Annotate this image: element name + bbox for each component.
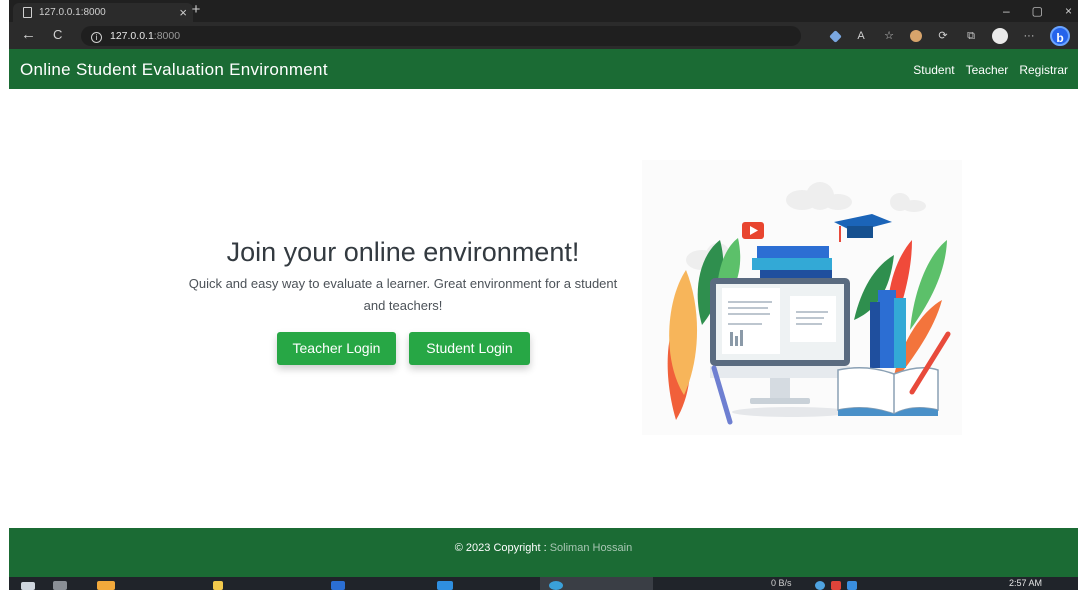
- os-taskbar: 0 B/s 2:57 AM: [9, 577, 1078, 590]
- start-icon[interactable]: [21, 582, 35, 590]
- back-icon[interactable]: ←: [21, 26, 36, 44]
- window-controls: – ▢ ×: [1003, 0, 1072, 22]
- tab-title: 127.0.0.1:8000: [39, 7, 106, 18]
- nav-link-teacher[interactable]: Teacher: [966, 49, 1009, 91]
- browser-window: 127.0.0.1:8000 × + – ▢ × ← C i 127.0.0.1:…: [9, 0, 1078, 590]
- profile-avatar[interactable]: [992, 28, 1008, 44]
- teacher-login-button[interactable]: Teacher Login: [277, 332, 396, 365]
- nav-link-registrar[interactable]: Registrar: [1019, 49, 1068, 91]
- page-icon: [23, 7, 32, 18]
- edge-icon[interactable]: [549, 581, 563, 590]
- browser-tab[interactable]: 127.0.0.1:8000 ×: [13, 3, 193, 22]
- close-window-icon[interactable]: ×: [1065, 0, 1072, 22]
- file-explorer-icon[interactable]: [213, 581, 223, 590]
- bing-copilot-icon[interactable]: b: [1050, 26, 1070, 46]
- tray-icon-3[interactable]: [847, 581, 857, 590]
- extension-icon[interactable]: [910, 30, 922, 42]
- read-aloud-icon[interactable]: A: [854, 29, 868, 43]
- site-navbar: Online Student Evaluation Environment St…: [9, 49, 1078, 89]
- task-view-icon[interactable]: [53, 581, 67, 590]
- url-host: 127.0.0.1: [110, 30, 154, 42]
- restore-icon[interactable]: ▢: [1032, 0, 1043, 22]
- student-login-button[interactable]: Student Login: [409, 332, 530, 365]
- tag-icon[interactable]: [829, 29, 842, 43]
- site-info-icon[interactable]: i: [91, 32, 102, 43]
- hero-illustration: [642, 160, 962, 435]
- network-speed: 0 B/s: [771, 578, 792, 588]
- address-bar[interactable]: i 127.0.0.1:8000: [81, 26, 801, 46]
- nav-link-student[interactable]: Student: [913, 49, 954, 91]
- tray-icon-2[interactable]: [831, 581, 841, 590]
- site-footer: © 2023 Copyright : Soliman Hossain: [9, 528, 1078, 577]
- author-link[interactable]: Soliman Hossain: [550, 542, 633, 554]
- browser-toolbar-icons: A ☆ ⟳ ⧉ ··· b: [829, 26, 1070, 46]
- copyright-text: © 2023 Copyright :: [454, 542, 547, 554]
- minimize-icon[interactable]: –: [1003, 0, 1010, 22]
- tab-close-icon[interactable]: ×: [179, 3, 187, 22]
- new-tab-icon[interactable]: +: [187, 0, 205, 20]
- url-port: :8000: [153, 30, 181, 42]
- tab-bar: 127.0.0.1:8000 × + – ▢ ×: [9, 0, 1078, 22]
- nav-links: Student Teacher Registrar: [913, 49, 1068, 91]
- refresh-icon[interactable]: C: [53, 26, 62, 44]
- tray-icon-1[interactable]: [815, 581, 825, 590]
- hero-subtitle: Quick and easy way to evaluate a learner…: [188, 276, 618, 313]
- address-toolbar: ← C i 127.0.0.1:8000 A ☆ ⟳ ⧉ ··· b: [9, 22, 1078, 49]
- more-icon[interactable]: ···: [1022, 29, 1036, 43]
- app-icon-1[interactable]: [97, 581, 115, 590]
- site-brand[interactable]: Online Student Evaluation Environment: [20, 49, 328, 90]
- taskbar-clock[interactable]: 2:57 AM: [1009, 577, 1042, 589]
- favorite-star-icon[interactable]: ☆: [882, 29, 896, 43]
- vscode-icon[interactable]: [437, 581, 453, 590]
- collections-icon[interactable]: ⧉: [964, 29, 978, 43]
- word-icon[interactable]: [331, 581, 345, 590]
- hero-title: Join your online environment!: [226, 237, 580, 267]
- browser-essentials-icon[interactable]: ⟳: [936, 29, 950, 43]
